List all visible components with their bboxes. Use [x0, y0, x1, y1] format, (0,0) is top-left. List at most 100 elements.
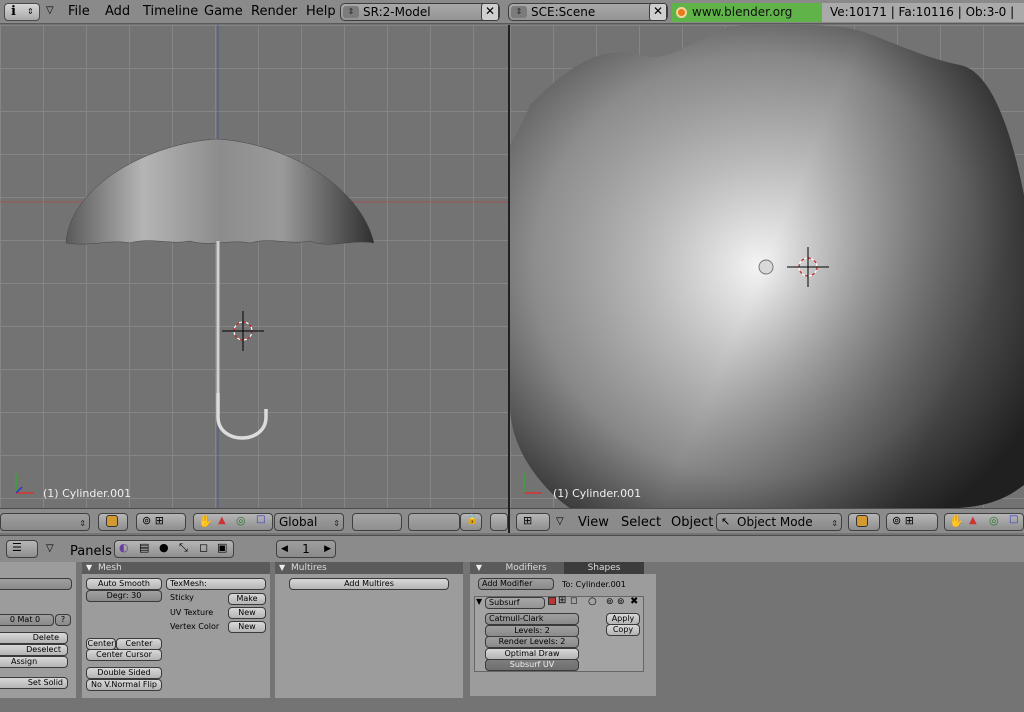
mesh-panel-header[interactable]: ▼ Mesh	[82, 562, 270, 574]
collapse-triangle-icon[interactable]: ▼	[279, 562, 285, 574]
material-help-button[interactable]: ?	[55, 614, 71, 626]
tab-modifiers[interactable]: Modifiers	[488, 562, 564, 574]
frame-field[interactable]: ◀ 1 ▶	[276, 540, 336, 558]
scene-browse-icon[interactable]: ⇕	[511, 6, 527, 18]
render-toggle-icon[interactable]	[548, 597, 556, 605]
delete-scene-icon[interactable]: ✕	[649, 3, 667, 21]
menu-select[interactable]: Select	[621, 515, 661, 530]
editor-type-button[interactable]: ⊞	[516, 513, 550, 531]
delete-button[interactable]: Delete	[0, 632, 68, 644]
add-modifier-label[interactable]: Add Modifier	[482, 579, 532, 588]
collapse-menu-icon[interactable]: ▽	[556, 516, 564, 527]
render-levels-field[interactable]: Render Levels: 2	[485, 636, 579, 648]
rotate-icon[interactable]: ◎	[236, 514, 246, 527]
manipulator-group[interactable]: ✋ ▲ ◎ □	[944, 513, 1024, 531]
set-solid-button[interactable]: Set Solid	[0, 677, 68, 689]
scene-selector[interactable]: ⇕ SCE:Scene ✕	[508, 3, 668, 21]
double-sided-toggle[interactable]: Double Sided	[86, 667, 162, 679]
close-icon[interactable]: ✖	[630, 596, 638, 607]
tab-shapes[interactable]: Shapes	[564, 562, 644, 574]
modifiers-panel-header[interactable]: ▼	[470, 562, 488, 574]
auto-smooth-toggle[interactable]: Auto Smooth	[86, 578, 162, 590]
render-preview-button[interactable]	[490, 513, 508, 531]
menu-render[interactable]: Render	[251, 4, 297, 19]
menu-timeline[interactable]: Timeline	[143, 4, 198, 19]
copy-button[interactable]: Copy	[606, 624, 640, 636]
texmesh-field[interactable]: TexMesh:	[166, 578, 266, 590]
sticky-make-button[interactable]: Make	[228, 593, 266, 605]
circle-toggle-icon[interactable]: ○	[588, 596, 597, 607]
scene-name[interactable]: SCE:Scene	[531, 5, 595, 19]
no-vnormal-flip-toggle[interactable]: No V.Normal Flip	[86, 679, 162, 691]
material-index-field[interactable]: 0 Mat 0	[0, 614, 54, 626]
algorithm-value[interactable]: Catmull-Clark	[489, 614, 543, 623]
subsurf-uv-toggle[interactable]: Subsurf UV	[485, 659, 579, 671]
menu-help[interactable]: Help	[306, 4, 336, 19]
multires-panel-header[interactable]: ▼ Multires	[275, 562, 463, 574]
cage-toggle-icon[interactable]: ◻	[570, 596, 577, 606]
script-icon[interactable]: ▤	[139, 541, 149, 554]
scene-icon[interactable]: ▣	[217, 541, 227, 554]
object-icon[interactable]: ⤡	[179, 541, 188, 555]
hand-icon[interactable]: ✋	[949, 514, 964, 528]
collapse-menu-icon[interactable]: ▽	[46, 543, 54, 554]
collapse-triangle-icon[interactable]: ▼	[476, 597, 482, 606]
rotate-icon[interactable]: ◎	[989, 514, 999, 527]
deselect-button[interactable]: Deselect	[0, 644, 68, 656]
manipulator-group[interactable]: ✋ ▲ ◎ □	[193, 513, 273, 531]
editor-type-button[interactable]: i ⇕	[4, 3, 40, 21]
collapse-menu-icon[interactable]: ▽	[46, 5, 54, 16]
add-modifier-select[interactable]: Add Modifier	[478, 578, 554, 590]
render-levels-value[interactable]: Render Levels: 2	[499, 637, 566, 646]
scale-icon[interactable]: □	[1009, 514, 1018, 525]
vertex-color-new-button[interactable]: New	[228, 621, 266, 633]
frame-value[interactable]: 1	[302, 542, 310, 556]
chevron-left-icon[interactable]: ◀	[281, 541, 288, 557]
degr-value[interactable]: Degr: 30	[107, 591, 142, 600]
logic-icon[interactable]: ◐	[119, 541, 129, 554]
menu-file[interactable]: File	[68, 4, 90, 19]
mode-value[interactable]: Object Mode	[737, 515, 813, 529]
mode-select[interactable]: ↖ Object Mode ⇕	[716, 513, 842, 531]
editor-type-button[interactable]: ☰	[6, 540, 38, 558]
degr-field[interactable]: Degr: 30	[86, 590, 162, 602]
layer-buttons-2[interactable]	[408, 513, 460, 531]
menu-object[interactable]: Object	[671, 515, 713, 530]
shading-button[interactable]	[98, 513, 128, 531]
pivot-button[interactable]: ⊚ ⊞	[886, 513, 938, 531]
shading-button[interactable]	[848, 513, 880, 531]
delete-screen-icon[interactable]: ✕	[481, 3, 499, 21]
modifier-name-value[interactable]: Subsurf	[489, 598, 520, 607]
collapse-triangle-icon[interactable]: ▼	[86, 562, 92, 574]
menu-game[interactable]: Game	[204, 4, 243, 19]
editing-icon[interactable]: ◻	[199, 541, 208, 554]
add-multires-button[interactable]: Add Multires	[289, 578, 449, 590]
viewport-top[interactable]: (1) Cylinder.001	[510, 25, 1024, 508]
translate-icon[interactable]: ▲	[218, 515, 226, 526]
viewport-front[interactable]: (1) Cylinder.001	[0, 25, 508, 508]
layer-buttons-1[interactable]	[352, 513, 402, 531]
screen-browse-icon[interactable]: ⇕	[343, 6, 359, 18]
orientation-value[interactable]: Global	[279, 515, 317, 529]
move-down-icon[interactable]: ⊚	[617, 597, 625, 607]
screen-selector[interactable]: ⇕ SR:2-Model ✕	[340, 3, 500, 21]
levels-value[interactable]: Levels: 2	[514, 626, 550, 635]
menu-add[interactable]: Add	[105, 4, 130, 19]
screen-name[interactable]: SR:2-Model	[363, 5, 431, 19]
translate-icon[interactable]: ▲	[969, 515, 977, 526]
chevron-right-icon[interactable]: ▶	[324, 541, 331, 557]
uv-texture-new-button[interactable]: New	[228, 607, 266, 619]
material-index-value[interactable]: 0 Mat 0	[10, 615, 40, 624]
shading-icon[interactable]: ●	[159, 541, 169, 554]
pivot-button[interactable]: ⊚ ⊞	[136, 513, 186, 531]
move-up-icon[interactable]: ⊚	[606, 597, 614, 607]
assign-button[interactable]: Assign	[0, 656, 68, 668]
menu-view[interactable]: View	[578, 515, 609, 530]
center-cursor-button[interactable]: Center Cursor	[86, 649, 162, 661]
modifier-name-field[interactable]: Subsurf	[485, 597, 545, 609]
subdivision-algorithm-select[interactable]: Catmull-Clark	[485, 613, 579, 625]
link-field[interactable]	[0, 578, 72, 590]
context-buttons[interactable]: ◐ ▤ ● ⤡ ◻ ▣	[114, 540, 234, 558]
panels-menu[interactable]: Panels	[70, 544, 112, 559]
hand-icon[interactable]: ✋	[198, 514, 213, 528]
